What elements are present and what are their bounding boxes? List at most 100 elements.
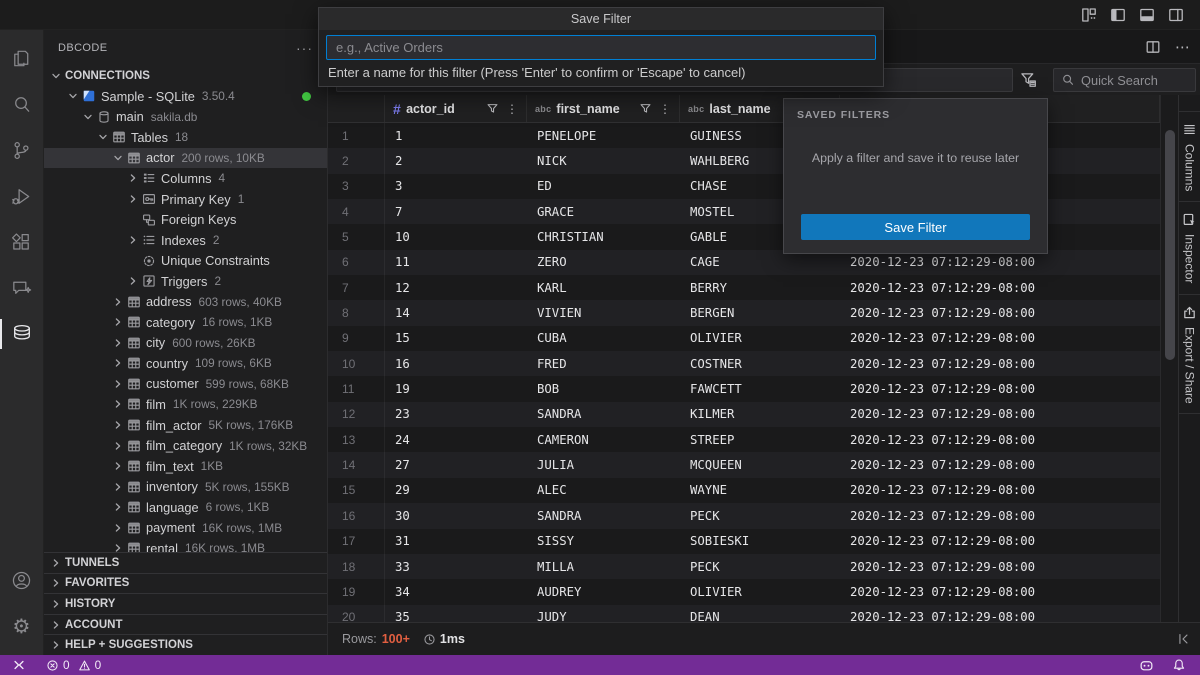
tree-item-country[interactable]: country109 rows, 6KB	[44, 353, 327, 374]
cell-last-name[interactable]: OLIVIER	[680, 579, 840, 604]
tree-item-actor[interactable]: actor200 rows, 10KB	[44, 148, 327, 169]
cell-actor-id[interactable]: 3	[385, 174, 527, 199]
tree-item-unique-constraints[interactable]: Unique Constraints	[44, 250, 327, 271]
tree-item-columns[interactable]: Columns4	[44, 168, 327, 189]
cell-first-name[interactable]: SANDRA	[527, 402, 680, 427]
cell-last-update[interactable]: 2020-12-23 07:12:29-08:00	[840, 300, 1160, 325]
cell-actor-id[interactable]: 14	[385, 300, 527, 325]
table-row[interactable]: 1016FREDCOSTNER2020-12-23 07:12:29-08:00	[328, 351, 1160, 376]
cell-actor-id[interactable]: 23	[385, 402, 527, 427]
cell-first-name[interactable]: MILLA	[527, 554, 680, 579]
chevron-down-icon[interactable]	[95, 132, 110, 142]
cell-first-name[interactable]: CHRISTIAN	[527, 224, 680, 249]
copilot-status[interactable]	[1133, 658, 1160, 673]
table-row[interactable]: 2035JUDYDEAN2020-12-23 07:12:29-08:00	[328, 605, 1160, 622]
activity-run-debug-icon[interactable]	[0, 173, 44, 219]
cell-first-name[interactable]: ED	[527, 174, 680, 199]
cell-first-name[interactable]: CUBA	[527, 326, 680, 351]
cell-actor-id[interactable]: 27	[385, 452, 527, 477]
cell-first-name[interactable]: VIVIEN	[527, 300, 680, 325]
chevron-right-icon[interactable]	[110, 379, 125, 389]
section-connections[interactable]: CONNECTIONS	[44, 66, 327, 86]
tree-item-language[interactable]: language6 rows, 1KB	[44, 497, 327, 518]
chevron-right-icon[interactable]	[125, 173, 140, 183]
cell-first-name[interactable]: PENELOPE	[527, 123, 680, 148]
tree-item-tables[interactable]: Tables18	[44, 127, 327, 148]
tab-columns[interactable]: Columns	[1179, 111, 1200, 202]
tree-item-indexes[interactable]: Indexes2	[44, 230, 327, 251]
cell-actor-id[interactable]: 24	[385, 427, 527, 452]
cell-first-name[interactable]: AUDREY	[527, 579, 680, 604]
save-filter-button[interactable]: Save Filter	[801, 214, 1030, 240]
cell-last-update[interactable]: 2020-12-23 07:12:29-08:00	[840, 478, 1160, 503]
notifications[interactable]	[1166, 658, 1192, 672]
cell-last-update[interactable]: 2020-12-23 07:12:29-08:00	[840, 529, 1160, 554]
cell-last-update[interactable]: 2020-12-23 07:12:29-08:00	[840, 326, 1160, 351]
cell-last-name[interactable]: BERGEN	[680, 300, 840, 325]
cell-last-name[interactable]: DEAN	[680, 605, 840, 622]
tree-item-film-actor[interactable]: film_actor5K rows, 176KB	[44, 415, 327, 436]
tree-item-inventory[interactable]: inventory5K rows, 155KB	[44, 476, 327, 497]
split-editor-icon[interactable]	[1145, 39, 1161, 55]
sidebar-more-actions-icon[interactable]: ···	[296, 40, 313, 56]
activity-explorer-icon[interactable]	[0, 35, 44, 81]
chevron-right-icon[interactable]	[110, 297, 125, 307]
chevron-right-icon[interactable]	[110, 441, 125, 451]
layout-customize-icon[interactable]	[1081, 7, 1097, 23]
cell-last-name[interactable]: COSTNER	[680, 351, 840, 376]
chevron-down-icon[interactable]	[110, 153, 125, 163]
cell-last-name[interactable]: STREEP	[680, 427, 840, 452]
table-row[interactable]: 1731SISSYSOBIESKI2020-12-23 07:12:29-08:…	[328, 529, 1160, 554]
cell-last-name[interactable]: PECK	[680, 554, 840, 579]
tab-inspector[interactable]: Inspector	[1179, 202, 1200, 294]
filter-name-input[interactable]: e.g., Active Orders	[326, 35, 876, 60]
chevron-down-icon[interactable]	[80, 112, 95, 122]
cell-last-update[interactable]: 2020-12-23 07:12:29-08:00	[840, 376, 1160, 401]
tree-item-main[interactable]: mainsakila.db	[44, 107, 327, 128]
table-row[interactable]: 1529ALECWAYNE2020-12-23 07:12:29-08:00	[328, 478, 1160, 503]
collapse-left-icon[interactable]	[1176, 632, 1190, 646]
cell-last-update[interactable]: 2020-12-23 07:12:29-08:00	[840, 402, 1160, 427]
editor-more-actions-icon[interactable]: ⋯	[1175, 38, 1190, 56]
cell-actor-id[interactable]: 16	[385, 351, 527, 376]
tree-item-triggers[interactable]: Triggers2	[44, 271, 327, 292]
tree-item-film-text[interactable]: film_text1KB	[44, 456, 327, 477]
cell-last-name[interactable]: WAYNE	[680, 478, 840, 503]
cell-actor-id[interactable]: 15	[385, 326, 527, 351]
remote-indicator[interactable]	[6, 658, 32, 672]
table-row[interactable]: 1427JULIAMCQUEEN2020-12-23 07:12:29-08:0…	[328, 452, 1160, 477]
chevron-right-icon[interactable]	[125, 194, 140, 204]
cell-last-name[interactable]: MCQUEEN	[680, 452, 840, 477]
activity-source-control-icon[interactable]	[0, 127, 44, 173]
cell-actor-id[interactable]: 11	[385, 250, 527, 275]
section-favorites[interactable]: FAVORITES	[44, 573, 327, 594]
section-help-suggestions[interactable]: HELP + SUGGESTIONS	[44, 634, 327, 655]
chevron-right-icon[interactable]	[110, 399, 125, 409]
cell-last-name[interactable]: PECK	[680, 503, 840, 528]
cell-last-name[interactable]: OLIVIER	[680, 326, 840, 351]
cell-actor-id[interactable]: 31	[385, 529, 527, 554]
cell-actor-id[interactable]: 30	[385, 503, 527, 528]
panel-icon[interactable]	[1139, 7, 1155, 23]
tree-item-foreign-keys[interactable]: Foreign Keys	[44, 209, 327, 230]
cell-actor-id[interactable]: 34	[385, 579, 527, 604]
table-row[interactable]: 1324CAMERONSTREEP2020-12-23 07:12:29-08:…	[328, 427, 1160, 452]
tree-item-city[interactable]: city600 rows, 26KB	[44, 333, 327, 354]
tree-item-payment[interactable]: payment16K rows, 1MB	[44, 517, 327, 538]
chevron-right-icon[interactable]	[110, 358, 125, 368]
cell-last-update[interactable]: 2020-12-23 07:12:29-08:00	[840, 351, 1160, 376]
activity-search-icon[interactable]	[0, 81, 44, 127]
section-tunnels[interactable]: TUNNELS	[44, 552, 327, 573]
table-row[interactable]: 1934AUDREYOLIVIER2020-12-23 07:12:29-08:…	[328, 579, 1160, 604]
tab-export-share[interactable]: Export / Share	[1179, 295, 1200, 415]
cell-first-name[interactable]: SANDRA	[527, 503, 680, 528]
filter-funnel-icon[interactable]	[639, 102, 652, 115]
chevron-right-icon[interactable]	[110, 420, 125, 430]
cell-actor-id[interactable]: 19	[385, 376, 527, 401]
sidebar-left-icon[interactable]	[1110, 7, 1126, 23]
cell-last-update[interactable]: 2020-12-23 07:12:29-08:00	[840, 452, 1160, 477]
tree-item-film[interactable]: film1K rows, 229KB	[44, 394, 327, 415]
section-account[interactable]: ACCOUNT	[44, 614, 327, 635]
table-row[interactable]: 915CUBAOLIVIER2020-12-23 07:12:29-08:00	[328, 326, 1160, 351]
chevron-right-icon[interactable]	[110, 317, 125, 327]
